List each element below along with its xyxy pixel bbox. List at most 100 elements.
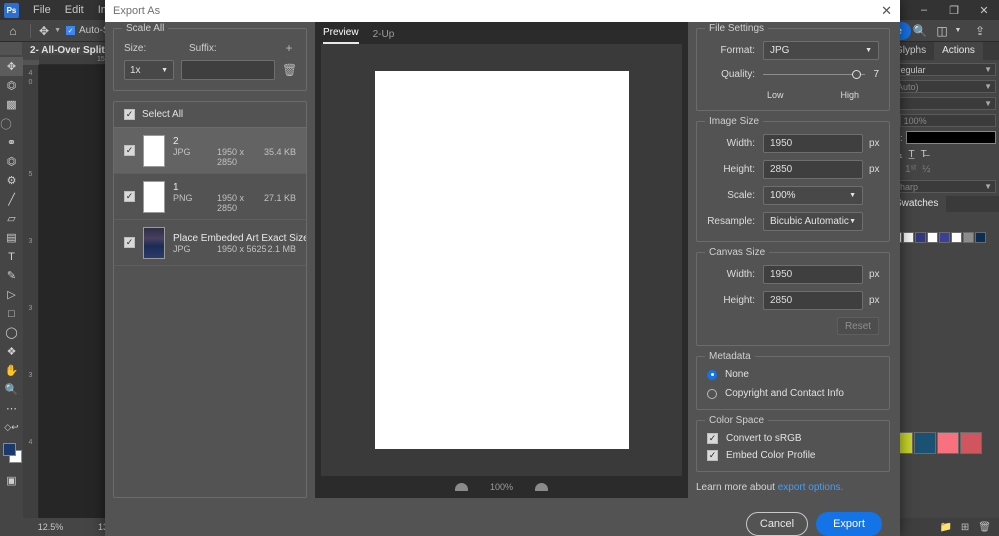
swatch[interactable] <box>963 232 974 243</box>
export-options-link[interactable]: export options. <box>778 482 844 493</box>
eyedropper-tool-icon[interactable]: ⚙ <box>0 171 23 190</box>
table-row[interactable]: ✓ 2 JPG 1950 x 2850 35.4 KB <box>114 128 306 174</box>
tab-2-up[interactable]: 2-Up <box>373 29 395 44</box>
maximize-icon[interactable]: ❐ <box>939 0 969 20</box>
menu-edit[interactable]: Edit <box>58 0 91 20</box>
new-swatch-icon[interactable]: ⊞ <box>961 522 969 533</box>
file-checkbox[interactable]: ✓ <box>124 237 135 248</box>
marquee-tool-icon[interactable]: ▩ <box>0 95 23 114</box>
file-checkbox[interactable]: ✓ <box>124 191 135 202</box>
quality-slider[interactable] <box>763 67 865 81</box>
close-icon[interactable]: ✕ <box>881 3 892 19</box>
move-tool-icon[interactable]: ✥ <box>35 24 53 38</box>
zoom-out-icon[interactable] <box>454 483 468 491</box>
foreground-color-swatch[interactable] <box>3 443 16 456</box>
radio-button[interactable] <box>707 388 717 399</box>
tab-preview[interactable]: Preview <box>323 27 359 44</box>
default-colors-icon[interactable]: ◇↩ <box>0 418 23 437</box>
hand-tool-icon[interactable]: ✋ <box>0 361 23 380</box>
path-select-tool-icon[interactable]: ▷ <box>0 285 23 304</box>
rectangle-tool-icon[interactable]: □ <box>0 304 23 323</box>
metadata-option-none[interactable]: None <box>707 369 879 380</box>
leading-select[interactable]: (Auto) ▼ <box>890 80 996 93</box>
trash-icon[interactable]: 🗑 <box>978 522 991 533</box>
eraser-tool-icon[interactable]: ▱ <box>0 209 23 228</box>
file-checkbox[interactable]: ✓ <box>124 145 135 156</box>
more-tools-icon[interactable]: ⋯ <box>0 399 23 418</box>
convert-srgb-row[interactable]: ✓ Convert to sRGB <box>707 433 879 444</box>
ellipse-tool-icon[interactable]: ◯ <box>0 323 23 342</box>
image-height-input[interactable]: 2850 <box>763 160 863 179</box>
preview-stage[interactable] <box>321 44 682 476</box>
cancel-button[interactable]: Cancel <box>746 512 808 536</box>
table-row[interactable]: ✓ Place Embeded Art Exact Size JPG 1950 … <box>114 220 306 266</box>
suffix-input[interactable] <box>181 60 275 80</box>
zoom-tool-icon[interactable]: 🔍 <box>0 380 23 399</box>
chevron-down-icon[interactable]: ▼ <box>53 27 66 34</box>
swatch[interactable] <box>927 232 938 243</box>
folder-icon[interactable]: 📁 <box>939 522 951 533</box>
file-list[interactable]: ✓ 2 JPG 1950 x 2850 35.4 KB ✓ 1 PNG 1950… <box>114 128 306 497</box>
chevron-down-icon[interactable]: ▼ <box>949 22 967 40</box>
move-tool-icon[interactable]: ✥ <box>0 57 23 76</box>
swatch[interactable] <box>951 232 962 243</box>
strikethrough-icon[interactable]: T̶ <box>921 149 927 160</box>
dialog-footer: Cancel Export <box>105 498 900 536</box>
ordinal-icon[interactable]: 1ˢᵗ <box>905 164 916 175</box>
share-export-icon[interactable]: ⇪ <box>971 22 989 40</box>
zoom-level[interactable]: 12.5% <box>23 522 78 532</box>
reset-button[interactable]: Reset <box>837 317 879 335</box>
close-icon[interactable]: ✕ <box>969 0 999 20</box>
antialias-select[interactable]: Sharp ▼ <box>890 180 996 193</box>
brush-tool-icon[interactable]: ╱ <box>0 190 23 209</box>
search-icon[interactable]: 🔍 <box>911 22 929 40</box>
size-select[interactable]: 1x ▼ <box>124 60 174 80</box>
resample-select[interactable]: Bicubic Automatic ▼ <box>763 212 863 231</box>
image-width-input[interactable]: 1950 <box>763 134 863 153</box>
font-style-select[interactable]: Regular ▼ <box>890 63 996 76</box>
embed-profile-checkbox[interactable]: ✓ <box>707 450 718 461</box>
radio-button[interactable] <box>707 369 717 380</box>
format-select[interactable]: JPG ▼ <box>763 41 879 60</box>
canvas-height-input[interactable]: 2850 <box>763 291 863 310</box>
swatch[interactable] <box>960 432 982 454</box>
zoom-in-icon[interactable] <box>535 483 549 491</box>
text-color-swatch[interactable] <box>905 131 996 144</box>
embed-profile-row[interactable]: ✓ Embed Color Profile <box>707 450 879 461</box>
underline-icon[interactable]: T̲ <box>908 149 914 160</box>
convert-srgb-checkbox[interactable]: ✓ <box>707 433 718 444</box>
vertical-scale-input[interactable]: 100% <box>899 114 996 127</box>
slider-knob[interactable] <box>852 69 861 79</box>
crop-tool-icon[interactable]: ⏣ <box>0 152 23 171</box>
swatch[interactable] <box>975 232 986 243</box>
image-scale-select[interactable]: 100% ▼ <box>763 186 863 205</box>
quick-select-tool-icon[interactable]: ⚭ <box>0 133 23 152</box>
pen-tool-icon[interactable]: ✎ <box>0 266 23 285</box>
menu-file[interactable]: File <box>26 0 58 20</box>
lasso-tool-icon[interactable]: ⃝ <box>0 114 23 133</box>
minimize-icon[interactable]: – <box>909 0 939 20</box>
rotate-view-tool-icon[interactable]: ❖ <box>0 342 23 361</box>
tab-actions[interactable]: Actions <box>934 42 983 60</box>
trash-icon[interactable]: 🗑 <box>282 63 297 77</box>
foreground-background-colors[interactable] <box>0 441 23 471</box>
swatch[interactable] <box>937 432 959 454</box>
metadata-option-copyright[interactable]: Copyright and Contact Info <box>707 388 879 399</box>
swatch[interactable] <box>939 232 950 243</box>
type-tool-icon[interactable]: T <box>0 247 23 266</box>
plus-icon[interactable]: + <box>282 41 296 55</box>
table-row[interactable]: ✓ 1 PNG 1950 x 2850 27.1 KB <box>114 174 306 220</box>
canvas-width-input[interactable]: 1950 <box>763 265 863 284</box>
swatch[interactable] <box>914 432 936 454</box>
tracking-select[interactable]: 0 ▼ <box>890 97 996 110</box>
select-all-checkbox[interactable]: ✓ <box>124 109 135 120</box>
swatch[interactable] <box>903 232 914 243</box>
home-icon[interactable]: ⌂ <box>0 24 26 38</box>
quick-mask-icon[interactable]: ▣ <box>0 471 23 490</box>
export-button[interactable]: Export <box>816 512 882 536</box>
fraction-icon[interactable]: ½ <box>922 164 930 175</box>
swatch[interactable] <box>915 232 926 243</box>
select-all-row[interactable]: ✓ Select All <box>114 102 306 128</box>
gradient-tool-icon[interactable]: ▤ <box>0 228 23 247</box>
artboard-tool-icon[interactable]: ⏣ <box>0 76 23 95</box>
